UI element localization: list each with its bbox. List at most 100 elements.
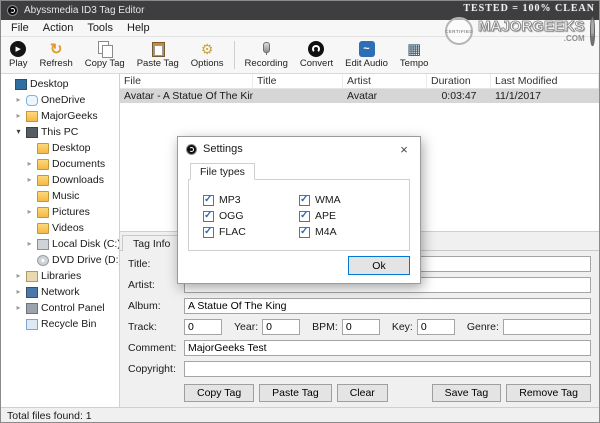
tree-item[interactable]: Local Disk (C:) xyxy=(1,236,119,252)
save-tag-button[interactable]: Save Tag xyxy=(431,384,502,402)
menu-item[interactable]: Help xyxy=(120,21,157,35)
tab-file-types[interactable]: File types xyxy=(190,163,255,180)
settings-dialog: Settings × File types MP3 OGG FLAC WMA A… xyxy=(177,136,421,284)
tree-twisty-icon[interactable] xyxy=(14,108,23,124)
button-spacer xyxy=(393,384,427,402)
tree-item[interactable]: OneDrive xyxy=(1,92,119,108)
filetype-checkbox[interactable]: M4A xyxy=(299,224,395,240)
column-header[interactable]: File xyxy=(120,74,253,88)
toolbar-button[interactable]: Tempo xyxy=(394,38,435,72)
column-header[interactable]: Duration xyxy=(427,74,491,88)
checkbox-box-icon xyxy=(299,194,310,206)
track-label: Track: xyxy=(128,321,157,333)
modified-cell: 11/1/2017 xyxy=(495,90,541,102)
settings-dialog-titlebar[interactable]: Settings × xyxy=(178,137,420,161)
tree-item[interactable]: Desktop xyxy=(1,76,119,92)
year-field[interactable] xyxy=(262,319,301,335)
tree-item[interactable]: Videos xyxy=(1,220,119,236)
toolbar-button[interactable]: Copy Tag xyxy=(79,38,131,72)
column-header[interactable]: Artist xyxy=(343,74,427,88)
menu-item[interactable]: Tools xyxy=(80,21,120,35)
toolbar-button[interactable]: Edit Audio xyxy=(339,38,394,72)
copyright-field[interactable] xyxy=(184,361,591,377)
settings-dialog-title: Settings xyxy=(203,143,243,155)
menu-item[interactable]: File xyxy=(4,21,36,35)
toolbar-button[interactable]: Refresh xyxy=(33,38,78,72)
copy-tag-button[interactable]: Copy Tag xyxy=(184,384,255,402)
toolbar-button[interactable]: Options xyxy=(185,38,230,72)
close-icon[interactable]: × xyxy=(388,137,420,161)
toolbar-separator xyxy=(233,41,235,69)
paste-tag-button[interactable]: Paste Tag xyxy=(259,384,332,402)
tree-twisty-icon[interactable] xyxy=(25,156,34,172)
ok-button[interactable]: Ok xyxy=(348,256,410,275)
filetype-checkbox[interactable]: FLAC xyxy=(203,224,299,240)
folder-icon xyxy=(37,190,49,202)
tree-item[interactable]: MajorGeeks xyxy=(1,108,119,124)
tree-item[interactable]: Music xyxy=(1,188,119,204)
year-label: Year: xyxy=(234,321,259,333)
tab-tag-info[interactable]: Tag Info xyxy=(122,235,182,251)
tree-item[interactable]: Desktop xyxy=(1,140,119,156)
file-types-checkgrid: MP3 OGG FLAC WMA APE M4A xyxy=(203,192,395,240)
toolbar-button[interactable]: Play xyxy=(3,38,33,72)
tree-item[interactable]: Downloads xyxy=(1,172,119,188)
key-field[interactable] xyxy=(416,319,455,335)
tree-twisty-icon[interactable] xyxy=(14,124,23,140)
tree-twisty-icon[interactable] xyxy=(14,284,23,300)
menu-item[interactable]: Action xyxy=(36,21,81,35)
clear-button[interactable]: Clear xyxy=(336,384,388,402)
column-header[interactable]: Title xyxy=(253,74,343,88)
tree-item[interactable]: DVD Drive (D:) xyxy=(1,252,119,268)
column-header[interactable]: Last Modified xyxy=(491,74,599,88)
filetype-checkbox[interactable]: OGG xyxy=(203,208,299,224)
title-bar[interactable]: Abyssmedia ID3 Tag Editor xyxy=(1,1,599,20)
comment-field[interactable] xyxy=(184,340,591,356)
tree-twisty-icon[interactable] xyxy=(14,300,23,316)
computer-icon xyxy=(26,126,38,138)
folder-desktop-icon xyxy=(37,142,49,154)
filetype-checkbox[interactable]: WMA xyxy=(299,192,395,208)
file-types-group: MP3 OGG FLAC WMA APE M4A xyxy=(188,179,410,251)
folder-icon xyxy=(37,158,49,170)
track-field[interactable] xyxy=(184,319,222,335)
comment-label: Comment: xyxy=(128,342,177,354)
checkbox-label: WMA xyxy=(315,194,341,206)
bpm-field[interactable] xyxy=(341,319,380,335)
toolbar-button[interactable]: Convert xyxy=(294,38,339,72)
tree-item[interactable]: Pictures xyxy=(1,204,119,220)
tree-twisty-icon[interactable] xyxy=(25,236,34,252)
tree-item[interactable]: Documents xyxy=(1,156,119,172)
filetype-checkbox[interactable]: APE xyxy=(299,208,395,224)
artist-cell: Avatar xyxy=(347,90,378,102)
tree-twisty-icon[interactable] xyxy=(14,268,23,284)
folder-icon xyxy=(37,222,49,234)
tree-item[interactable]: Recycle Bin xyxy=(1,316,119,332)
filetype-checkbox[interactable]: MP3 xyxy=(203,192,299,208)
file-list-body: Avatar - A Statue Of The King.... Avatar… xyxy=(120,89,599,103)
toolbar-button[interactable]: Paste Tag xyxy=(131,38,185,72)
checkbox-box-icon xyxy=(203,210,214,222)
toolbar: Play Refresh Copy Tag Paste Tag Options … xyxy=(1,37,599,74)
convert-icon xyxy=(308,41,325,57)
tree-item[interactable]: Network xyxy=(1,284,119,300)
file-cell: Avatar - A Statue Of The King.... xyxy=(124,90,253,102)
checkbox-label: FLAC xyxy=(219,226,246,238)
folder-tree: Desktop OneDrive MajorGeeks This PC Desk… xyxy=(1,74,120,407)
tree-twisty-icon[interactable] xyxy=(25,204,34,220)
album-label: Album: xyxy=(128,300,161,312)
tree-twisty-icon[interactable] xyxy=(14,92,23,108)
genre-field[interactable] xyxy=(502,319,591,335)
user-folder-icon xyxy=(26,110,38,122)
tree-item[interactable]: Libraries xyxy=(1,268,119,284)
tree-item[interactable]: Control Panel xyxy=(1,300,119,316)
folder-icon xyxy=(37,206,49,218)
title-label: Title: xyxy=(128,258,151,270)
tree-item[interactable]: This PC xyxy=(1,124,119,140)
tree-twisty-icon[interactable] xyxy=(25,172,34,188)
remove-tag-button[interactable]: Remove Tag xyxy=(506,384,591,402)
album-field[interactable] xyxy=(184,298,591,314)
file-row[interactable]: Avatar - A Statue Of The King.... Avatar… xyxy=(120,89,599,103)
toolbar-button[interactable]: Recording xyxy=(239,38,294,72)
file-list-header: File Title Artist Duration Last Modified xyxy=(120,74,599,89)
